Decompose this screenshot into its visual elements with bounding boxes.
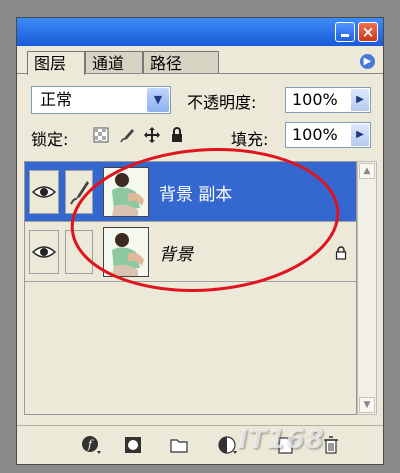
layer-thumbnail-image bbox=[104, 228, 148, 276]
lock-pixels-brush-icon[interactable] bbox=[119, 127, 135, 143]
eye-icon bbox=[31, 246, 57, 258]
new-group-folder-icon[interactable] bbox=[169, 435, 189, 455]
close-button[interactable]: × bbox=[358, 22, 378, 42]
blend-mode-value: 正常 bbox=[40, 90, 73, 109]
fill-label: 填充: bbox=[231, 130, 269, 149]
fill-slider-arrow-icon[interactable]: ▶ bbox=[351, 124, 369, 146]
opacity-field[interactable]: 100% ▶ bbox=[285, 87, 371, 113]
tab-paths[interactable]: 路径 bbox=[143, 51, 219, 74]
link-toggle[interactable] bbox=[65, 230, 93, 274]
brush-link-toggle[interactable] bbox=[65, 170, 93, 214]
panel-menu-icon[interactable]: ▶ bbox=[360, 54, 375, 69]
opacity-label: 不透明度: bbox=[187, 93, 257, 112]
fill-field[interactable]: 100% ▶ bbox=[285, 122, 371, 148]
fill-value: 100% bbox=[292, 125, 338, 144]
layer-thumbnail-image bbox=[104, 168, 148, 216]
layer-row-background-copy[interactable]: 背景 副本 bbox=[25, 162, 356, 222]
layer-style-icon[interactable]: f bbox=[81, 435, 101, 455]
lock-all-icon[interactable] bbox=[169, 127, 185, 143]
watermark: IT168 bbox=[238, 425, 325, 455]
adjustment-layer-icon[interactable] bbox=[217, 435, 237, 455]
layer-name[interactable]: 背景 bbox=[159, 240, 193, 265]
panel-title-bar[interactable]: × bbox=[17, 18, 383, 46]
lock-label: 锁定: bbox=[31, 130, 69, 149]
layer-thumbnail[interactable] bbox=[103, 227, 149, 277]
add-mask-icon[interactable] bbox=[123, 435, 143, 455]
layer-thumbnail[interactable] bbox=[103, 167, 149, 217]
panel-tabs: 图层 通道 路径 ▶ bbox=[17, 46, 383, 75]
layer-row-background[interactable]: 背景 bbox=[25, 222, 356, 282]
panel-bottom-toolbar: f bbox=[17, 425, 383, 464]
opacity-value: 100% bbox=[292, 90, 338, 109]
lock-fill-row: 锁定: 填充: 100% ▶ bbox=[17, 118, 383, 152]
brush-icon bbox=[70, 181, 89, 205]
blend-opacity-row: 正常 ▼ 不透明度: 100% ▶ bbox=[17, 76, 383, 116]
lock-transparency-icon[interactable] bbox=[93, 127, 109, 143]
lock-position-move-icon[interactable] bbox=[144, 127, 160, 143]
eye-icon bbox=[31, 186, 57, 198]
chevron-down-icon[interactable]: ▼ bbox=[147, 88, 169, 112]
scroll-up-icon[interactable]: ▲ bbox=[359, 163, 375, 179]
padlock-icon bbox=[335, 246, 347, 260]
visibility-toggle[interactable] bbox=[29, 230, 59, 274]
tab-channels[interactable]: 通道 bbox=[85, 51, 143, 74]
layers-scrollbar[interactable]: ▲ ▼ bbox=[357, 161, 377, 415]
layers-list: 背景 副本 背景 bbox=[24, 161, 357, 415]
layer-name[interactable]: 背景 副本 bbox=[159, 180, 232, 205]
minimize-button[interactable] bbox=[335, 22, 355, 42]
opacity-slider-arrow-icon[interactable]: ▶ bbox=[351, 89, 369, 111]
visibility-toggle[interactable] bbox=[29, 170, 59, 214]
scroll-down-icon[interactable]: ▼ bbox=[359, 397, 375, 413]
tab-layers[interactable]: 图层 bbox=[27, 51, 85, 75]
layers-panel: × 图层 通道 路径 ▶ 正常 ▼ 不透明度: 100% ▶ 锁定: 填充: 1… bbox=[16, 17, 384, 465]
blend-mode-select[interactable]: 正常 ▼ bbox=[31, 86, 171, 114]
